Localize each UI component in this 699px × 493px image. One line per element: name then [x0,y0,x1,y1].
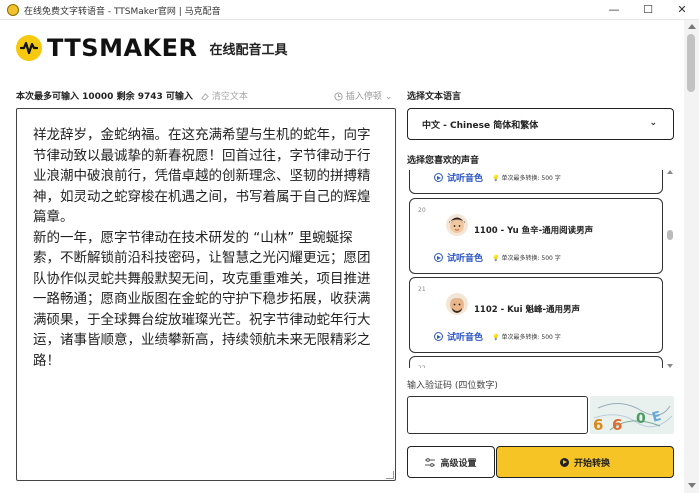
svg-text:0: 0 [636,411,646,427]
listen-voice-button[interactable]: 试听音色 [434,251,483,264]
language-section-label: 选择文本语言 [407,92,462,102]
chevron-down-icon: ⌄ [384,92,393,102]
voice-card[interactable]: 试听音色 💡 单次最多转换: 500 字 [409,170,663,194]
voice-limit-info: 💡 单次最多转换: 500 字 [492,332,561,341]
input-limit-text: 本次最多可输入 10000 剩余 9743 可输入 [16,92,193,102]
close-window-button[interactable]: ✕ [665,0,699,20]
advanced-settings-label: 高级设置 [440,458,477,469]
language-select[interactable]: 中文 - Chinese 简体和繁体 ⌄ [407,108,674,140]
listen-voice-button[interactable]: 试听音色 [434,330,483,343]
voice-limit-info: 💡 单次最多转换: 500 字 [492,253,561,262]
voice-limit-text: 单次最多转换: 500 字 [501,255,561,262]
play-icon [434,332,443,341]
clear-text-link[interactable]: 清空文本 [200,92,248,102]
voice-limit-text: 单次最多转换: 500 字 [501,175,561,182]
voice-card[interactable]: 20 1100 - Yu 鱼辛-通用阅读男声 试听音色 💡 单次最多转换: 500… [409,198,663,274]
scroll-up-arrow-icon[interactable] [688,24,696,29]
start-convert-label: 开始转换 [573,458,610,469]
clock-icon [334,92,343,101]
voice-index: 21 [418,286,426,293]
voice-name: 1102 - Kui 魁峰-通用男声 [474,305,580,315]
voice-index: 22 [418,365,426,368]
captcha-image[interactable]: 6 6 0 E [590,396,674,434]
voice-list[interactable]: 试听音色 💡 单次最多转换: 500 字 20 1100 - Yu 鱼辛-通用阅读… [407,170,665,368]
voice-card[interactable]: 21 1102 - Kui 魁峰-通用男声 试听音色 💡 单次最多转换: 500 … [409,277,663,353]
insert-pause-label: 插入停顿 [345,92,382,102]
scroll-down-arrow-icon[interactable] [688,483,696,488]
listen-voice-label: 试听音色 [447,174,484,184]
play-icon [559,457,569,467]
svg-text:6: 6 [612,416,622,434]
captcha-input[interactable] [407,396,588,434]
voice-avatar [446,214,468,236]
page-scrollbar[interactable] [684,20,699,493]
maximize-button[interactable]: ☐ [631,0,665,20]
bulb-icon: 💡 [492,175,500,182]
voice-limit-text: 单次最多转换: 500 字 [501,334,561,341]
svg-text:6: 6 [593,416,603,434]
sliders-icon [425,457,436,467]
voice-section-label: 选择您喜欢的声音 [407,156,480,166]
listen-voice-button[interactable]: 试听音色 [434,171,483,184]
window-title: 在线免费文字转语音 - TTSMaker官网 | 马克配音 [24,7,221,17]
minimize-button[interactable]: — [597,0,631,20]
play-icon [434,253,443,262]
resize-grip-icon[interactable] [386,471,394,479]
bulb-icon: 💡 [492,334,500,341]
advanced-settings-button[interactable]: 高级设置 [407,446,495,478]
scrollbar-thumb[interactable] [687,34,695,92]
brand-name: TTSMAKER [47,34,198,62]
start-convert-button[interactable]: 开始转换 [496,446,674,478]
brand-subtitle: 在线配音工具 [209,42,288,58]
app-favicon-icon [7,4,19,16]
header-logo[interactable]: TTSMAKER 在线配音工具 [16,33,288,63]
voice-name: 1100 - Yu 鱼辛-通用阅读男声 [474,226,594,236]
language-selected-value: 中文 - Chinese 简体和繁体 [422,120,539,131]
play-icon [434,173,443,182]
text-input-area[interactable]: 祥龙辞岁，金蛇纳福。在这充满希望与生机的蛇年，向字节律动致以最诚挚的新春祝愿！回… [16,108,396,481]
eraser-icon [201,93,209,101]
scroll-up-arrow-icon[interactable] [667,170,673,174]
voice-limit-info: 💡 单次最多转换: 500 字 [492,173,561,182]
window-titlebar: 在线免费文字转语音 - TTSMaker官网 | 马克配音 — ☐ ✕ [0,0,699,20]
insert-pause-dropdown[interactable]: 插入停顿 ⌄ [334,89,392,102]
voice-list-scrollbar[interactable] [667,170,674,368]
listen-voice-label: 试听音色 [447,333,484,343]
input-limit-info: 本次最多可输入 10000 剩余 9743 可输入 清空文本 [16,89,248,102]
listen-voice-label: 试听音色 [447,254,484,264]
text-paragraph: 新的一年，愿字节律动在技术研发的 “山林” 里蜿蜒探索，不断解锁前沿科技密码，让… [33,229,371,369]
voice-index: 20 [418,207,426,214]
clear-text-label: 清空文本 [211,92,248,102]
voice-card[interactable]: 22 [409,356,663,368]
chevron-down-icon: ⌄ [649,118,657,128]
captcha-label: 输入验证码 (四位数字) [407,381,498,391]
bulb-icon: 💡 [492,255,500,262]
scroll-down-arrow-icon[interactable] [667,364,673,368]
text-paragraph: 祥龙辞岁，金蛇纳福。在这充满希望与生机的蛇年，向字节律动致以最诚挚的新春祝愿！回… [33,127,371,225]
soundwave-logo-icon [16,35,42,61]
voice-avatar [446,293,468,315]
voice-list-scroll-thumb[interactable] [667,230,673,240]
